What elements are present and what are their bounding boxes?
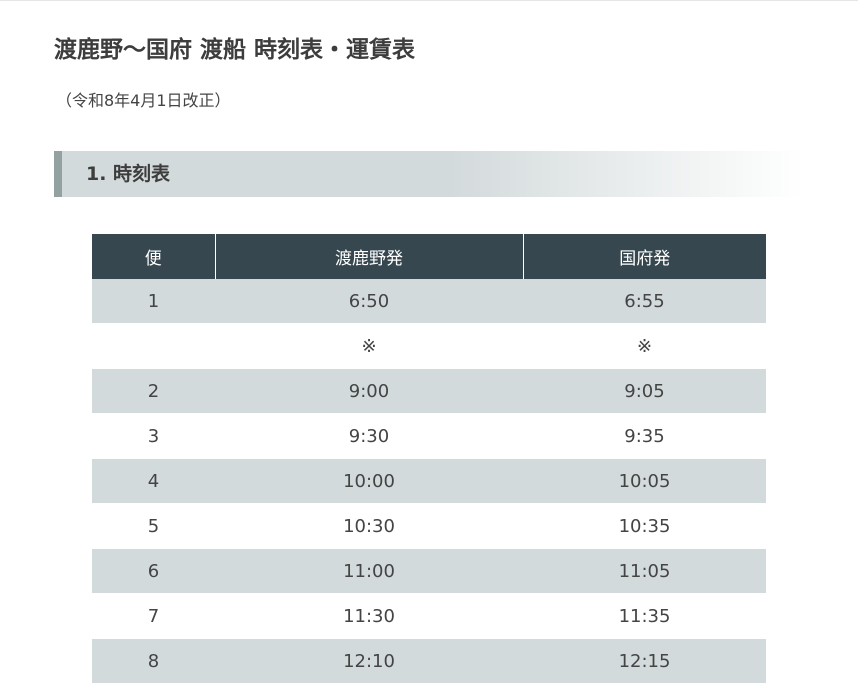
header-trip: 便 [92, 234, 215, 279]
trip-number: 1 [92, 279, 215, 324]
timetable: 便 渡鹿野発 国府発 1 6:50 6:55 ※ ※ 2 9:00 9:05 3… [92, 234, 766, 684]
trip-number: 5 [92, 503, 215, 549]
departure-kou: 11:05 [523, 548, 766, 594]
header-from-watakano: 渡鹿野発 [214, 234, 523, 279]
table-row: 2 9:00 9:05 [92, 368, 766, 414]
table-row: ※ ※ [92, 323, 766, 369]
timetable-header-row: 便 渡鹿野発 国府発 [92, 234, 766, 279]
departure-watakano: 6:50 [215, 279, 523, 324]
header-from-kou: 国府発 [522, 234, 766, 279]
table-row: 4 10:00 10:05 [92, 458, 766, 504]
revision-note: （令和8年4月1日改正） [56, 91, 231, 110]
departure-kou: 6:55 [523, 279, 766, 324]
departure-kou: 11:35 [523, 593, 766, 639]
departure-watakano: 9:00 [215, 368, 523, 414]
trip-number: 8 [92, 638, 215, 684]
table-row: 1 6:50 6:55 [92, 279, 766, 324]
trip-number [92, 323, 215, 369]
table-row: 7 11:30 11:35 [92, 593, 766, 639]
table-row: 5 10:30 10:35 [92, 503, 766, 549]
departure-watakano: 10:30 [215, 503, 523, 549]
departure-kou: 10:05 [523, 458, 766, 504]
section-heading-timetable: 1. 時刻表 [54, 151, 804, 197]
departure-kou: 12:15 [523, 638, 766, 684]
departure-watakano: 10:00 [215, 458, 523, 504]
trip-number: 4 [92, 458, 215, 504]
table-row: 3 9:30 9:35 [92, 413, 766, 459]
departure-watakano: 12:10 [215, 638, 523, 684]
section-heading-text: 1. 時刻表 [86, 163, 171, 185]
departure-watakano: 9:30 [215, 413, 523, 459]
departure-watakano: 11:30 [215, 593, 523, 639]
departure-kou: 10:35 [523, 503, 766, 549]
departure-kou: 9:05 [523, 368, 766, 414]
top-divider [0, 0, 858, 1]
table-row: 8 12:10 12:15 [92, 638, 766, 684]
departure-kou: ※ [523, 323, 766, 369]
departure-watakano: ※ [215, 323, 523, 369]
trip-number: 7 [92, 593, 215, 639]
trip-number: 2 [92, 368, 215, 414]
departure-kou: 9:35 [523, 413, 766, 459]
page-title: 渡鹿野〜国府 渡船 時刻表・運賃表 [54, 37, 416, 63]
table-row: 6 11:00 11:05 [92, 548, 766, 594]
trip-number: 3 [92, 413, 215, 459]
trip-number: 6 [92, 548, 215, 594]
departure-watakano: 11:00 [215, 548, 523, 594]
